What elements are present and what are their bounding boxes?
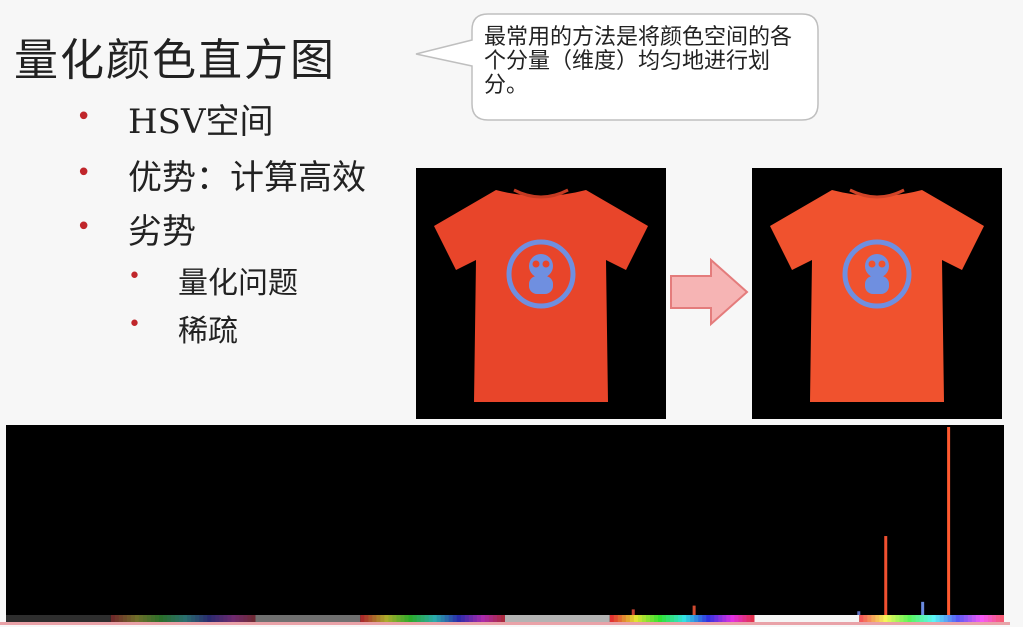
histogram-chart xyxy=(6,427,1004,623)
tshirt-illustration xyxy=(770,188,984,402)
right-arrow-icon xyxy=(670,257,749,327)
sub-bullet-item: • 量化问题 xyxy=(128,258,298,302)
histogram-bar xyxy=(631,609,635,615)
quantized-tshirt-image xyxy=(752,168,1002,419)
bullet-label: 优势：计算高效 xyxy=(128,158,366,198)
color-histogram xyxy=(6,425,1004,623)
bullet-item: • HSV空间 xyxy=(76,94,274,143)
tshirt-illustration xyxy=(434,188,648,402)
bullet-dot-icon: • xyxy=(76,102,92,132)
sub-bullet-item: • 稀疏 xyxy=(128,306,238,350)
callout-bubble: 最常用的方法是将颜色空间的各个分量（维度）均匀地进行划分。 xyxy=(412,10,822,122)
slide-divider xyxy=(0,622,1010,625)
original-tshirt-image xyxy=(416,168,666,419)
histogram-bar xyxy=(692,605,696,615)
bullet-dot-icon: • xyxy=(76,212,92,242)
histogram-bar xyxy=(884,536,888,615)
histogram-bar xyxy=(947,427,951,615)
bullet-dot-icon: • xyxy=(128,264,141,289)
callout-text: 最常用的方法是将颜色空间的各个分量（维度）均匀地进行划分。 xyxy=(484,25,793,98)
histogram-bar xyxy=(921,601,925,615)
bullet-dot-icon: • xyxy=(128,312,141,337)
bullet-item: • 优势：计算高效 xyxy=(76,150,366,199)
bullet-label: HSV空间 xyxy=(128,102,274,142)
histogram-bar xyxy=(857,611,861,615)
bullet-dot-icon: • xyxy=(76,158,92,188)
bullet-label: 劣势 xyxy=(128,212,196,252)
slide-title: 量化颜色直方图 xyxy=(14,35,336,86)
sub-bullet-label: 量化问题 xyxy=(178,266,298,301)
bullet-item: • 劣势 xyxy=(76,204,196,253)
sub-bullet-label: 稀疏 xyxy=(178,314,238,349)
